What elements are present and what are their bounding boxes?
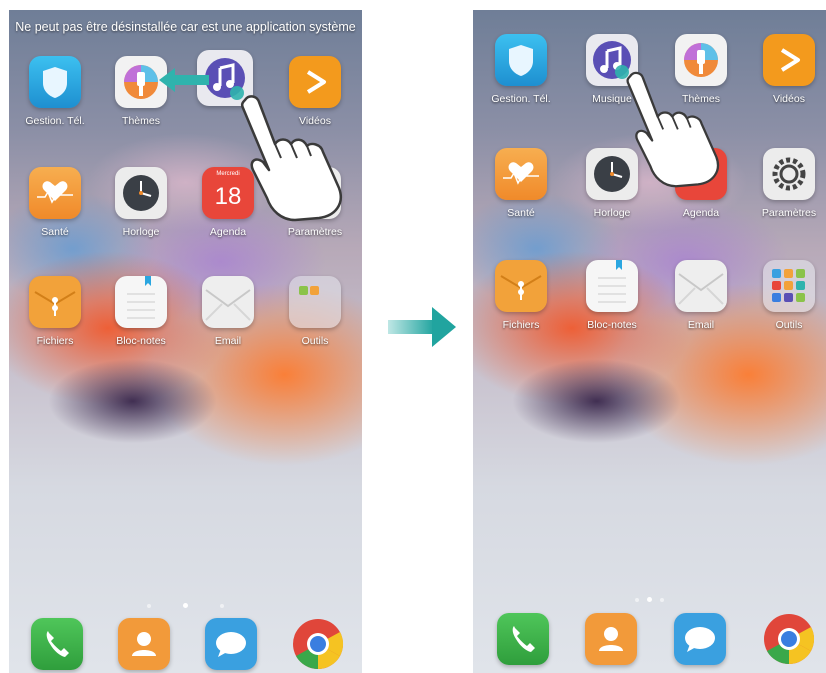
envelope-icon	[675, 260, 727, 312]
page-dot	[660, 598, 664, 602]
gear-icon	[763, 148, 815, 200]
envelope-icon	[202, 276, 254, 328]
notepad-icon	[586, 260, 638, 312]
app-label: Paramètres	[761, 207, 817, 219]
transition-arrow-icon	[388, 307, 456, 347]
app-bloc-notes[interactable]: Bloc-notes	[101, 276, 181, 347]
shield-icon	[29, 56, 81, 108]
app-horloge[interactable]: Horloge	[101, 167, 181, 238]
clock-icon	[115, 167, 167, 219]
page-indicator	[473, 589, 826, 607]
app-label: Gestion. Tél.	[25, 115, 85, 127]
phone-icon[interactable]	[31, 618, 83, 670]
phone-icon[interactable]	[497, 613, 549, 665]
app-parametres[interactable]: Paramètres	[749, 148, 826, 219]
shield-icon	[495, 34, 547, 86]
page-dot	[220, 604, 224, 608]
tools-folder-icon	[763, 260, 815, 312]
app-label: Santé	[507, 207, 535, 219]
app-label: Outils	[301, 335, 329, 347]
app-fichiers[interactable]: Fichiers	[481, 260, 561, 331]
chrome-icon[interactable]	[292, 618, 344, 670]
app-label: Thèmes	[122, 115, 160, 127]
app-label: Fichiers	[36, 335, 74, 347]
page-dot-current	[647, 597, 652, 602]
app-label: Agenda	[682, 207, 720, 219]
pointing-hand-icon	[626, 71, 719, 188]
home-screen-before: Ne peut pas être désinstallée car est un…	[9, 10, 362, 673]
app-label: Horloge	[122, 226, 160, 238]
app-bloc-notes[interactable]: Bloc-notes	[572, 260, 652, 331]
contacts-icon[interactable]	[118, 618, 170, 670]
app-videos[interactable]: Vidéos	[749, 34, 826, 105]
drag-left-arrow-icon	[159, 68, 209, 92]
app-outils[interactable]: Outils	[749, 260, 826, 331]
heart-icon	[29, 167, 81, 219]
app-label: Paramètres	[287, 226, 343, 238]
app-label: Bloc-notes	[587, 319, 637, 331]
home-screen-after: Gestion. Tél. Musique Thèmes Vidéos Sant…	[473, 10, 826, 673]
page-indicator	[9, 595, 362, 613]
app-label: Bloc-notes	[116, 335, 166, 347]
app-label: Outils	[775, 319, 803, 331]
app-email[interactable]: Email	[661, 260, 741, 331]
messages-icon[interactable]	[674, 613, 726, 665]
app-label: Email	[214, 335, 242, 347]
page-dot-current	[183, 603, 188, 608]
app-label: Agenda	[209, 226, 247, 238]
system-app-notice: Ne peut pas être désinstallée car est un…	[15, 20, 356, 34]
app-outils[interactable]: Outils	[275, 276, 355, 347]
app-label: Santé	[41, 226, 69, 238]
page-dot	[635, 598, 639, 602]
folder-icon	[495, 260, 547, 312]
chrome-icon[interactable]	[763, 613, 815, 665]
app-label: Gestion. Tél.	[491, 93, 551, 105]
tools-folder-icon	[289, 276, 341, 328]
heart-icon	[495, 148, 547, 200]
app-gestion-tel[interactable]: Gestion. Tél.	[15, 56, 95, 127]
notepad-icon	[115, 276, 167, 328]
app-label: Fichiers	[502, 319, 540, 331]
app-label: Email	[687, 319, 715, 331]
pointing-hand-icon	[240, 95, 342, 222]
app-sante[interactable]: Santé	[15, 167, 95, 238]
app-fichiers[interactable]: Fichiers	[15, 276, 95, 347]
page-dot	[147, 604, 151, 608]
folder-icon	[29, 276, 81, 328]
app-email[interactable]: Email	[188, 276, 268, 347]
app-gestion-tel[interactable]: Gestion. Tél.	[481, 34, 561, 105]
app-label: Vidéos	[773, 93, 805, 105]
app-sante[interactable]: Santé	[481, 148, 561, 219]
app-label: Horloge	[593, 207, 631, 219]
contacts-icon[interactable]	[585, 613, 637, 665]
play-icon	[763, 34, 815, 86]
messages-icon[interactable]	[205, 618, 257, 670]
